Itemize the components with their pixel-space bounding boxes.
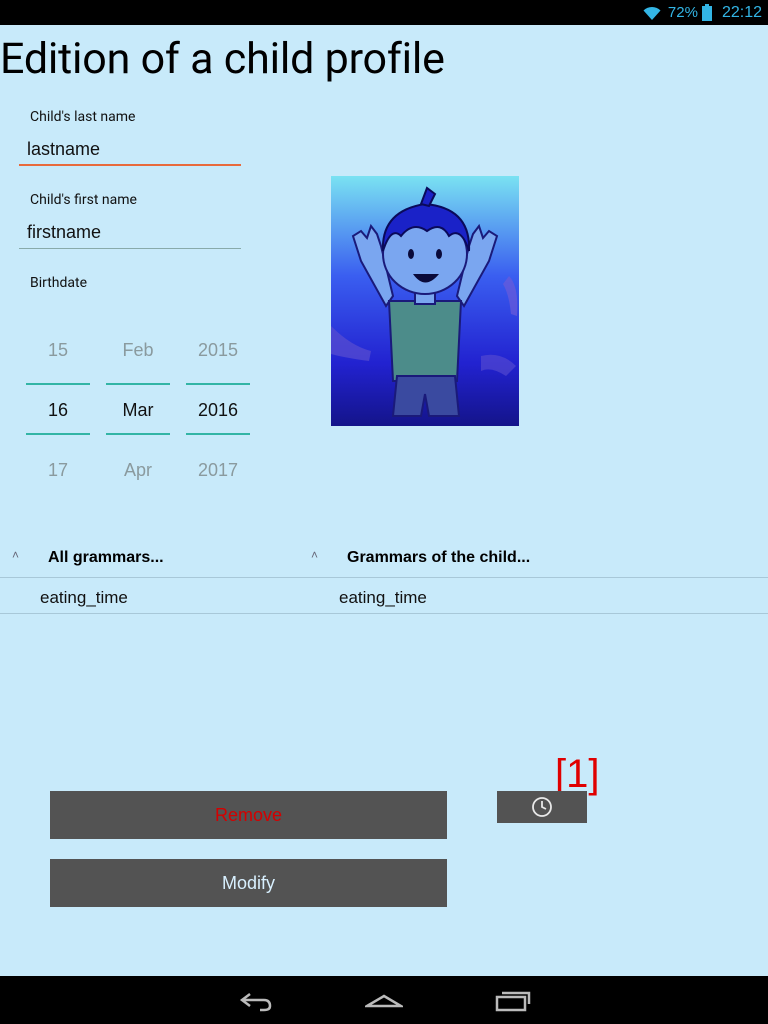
sort-asc-icon[interactable]: ˄ (311, 548, 318, 562)
month-next[interactable]: Apr (106, 460, 170, 481)
navigation-bar (0, 976, 768, 1024)
last-name-label: Child's last name (30, 109, 136, 125)
page-title: Edition of a child profile (0, 34, 445, 84)
month-picker[interactable]: Feb Mar Apr (106, 330, 170, 490)
child-grammars-header[interactable]: Grammars of the child... (347, 549, 530, 567)
wifi-icon (642, 5, 662, 21)
day-picker[interactable]: 15 16 17 (26, 330, 90, 490)
year-current[interactable]: 2016 (186, 400, 250, 421)
month-prev[interactable]: Feb (106, 340, 170, 361)
clock-button[interactable] (497, 791, 587, 823)
recent-apps-icon[interactable] (494, 988, 532, 1016)
picker-divider (186, 383, 250, 385)
day-prev[interactable]: 15 (26, 340, 90, 361)
status-bar-right: 72% 22:12 (642, 0, 762, 25)
all-grammars-header[interactable]: All grammars... (48, 549, 164, 567)
year-next[interactable]: 2017 (186, 460, 250, 481)
year-picker[interactable]: 2015 2016 2017 (186, 330, 250, 490)
day-next[interactable]: 17 (26, 460, 90, 481)
picker-divider (26, 433, 90, 435)
child-photo[interactable] (331, 176, 519, 426)
first-name-label: Child's first name (30, 192, 137, 208)
all-grammars-item[interactable]: eating_time (40, 588, 128, 608)
battery-icon (701, 4, 712, 21)
day-current[interactable]: 16 (26, 400, 90, 421)
child-illustration (331, 186, 518, 417)
picker-divider (106, 383, 170, 385)
picker-divider (186, 433, 250, 435)
remove-button[interactable]: Remove (50, 791, 447, 839)
status-bar: 72% 22:12 (0, 0, 768, 25)
home-icon[interactable] (362, 988, 406, 1016)
first-name-input[interactable] (19, 217, 241, 249)
back-icon[interactable] (238, 988, 274, 1016)
list-divider (0, 577, 768, 578)
year-prev[interactable]: 2015 (186, 340, 250, 361)
battery-percent: 72% (667, 4, 698, 21)
month-current[interactable]: Mar (106, 400, 170, 421)
modify-button[interactable]: Modify (50, 859, 447, 907)
picker-divider (106, 433, 170, 435)
birthdate-label: Birthdate (30, 275, 88, 291)
picker-divider (26, 383, 90, 385)
sort-asc-icon[interactable]: ˄ (12, 548, 19, 562)
clock-icon (497, 796, 587, 818)
last-name-input[interactable] (19, 134, 241, 166)
status-clock: 22:12 (721, 3, 762, 21)
list-divider (0, 613, 768, 614)
child-grammars-item[interactable]: eating_time (339, 588, 427, 608)
